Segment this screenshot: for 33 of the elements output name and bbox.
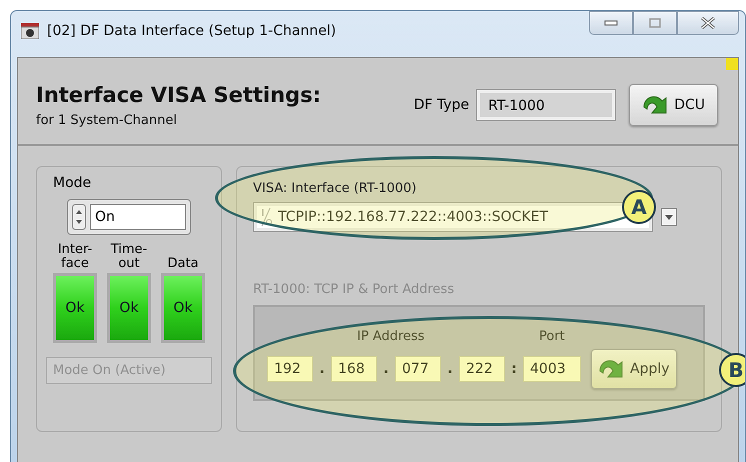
panel-subtitle: for 1 System-Channel	[36, 112, 178, 128]
separator-text: .	[318, 361, 326, 377]
separator-text: .	[446, 361, 454, 377]
port-label: Port	[539, 329, 565, 344]
status-light: Ok	[107, 273, 151, 343]
separator-text: .	[382, 361, 390, 377]
visa-interface-label: VISA: Interface (RT-1000)	[253, 181, 418, 196]
df-type-field: RT-1000	[477, 90, 616, 120]
tcp-address-label: RT-1000: TCP IP & Port Address	[253, 282, 456, 297]
minimize-button[interactable]	[589, 11, 633, 35]
status-light: Ok	[53, 273, 97, 343]
caret-icon	[665, 214, 673, 220]
mode-status-field: Mode On (Active)	[46, 357, 212, 384]
close-button[interactable]	[677, 11, 739, 35]
up-down-arrows-icon	[72, 204, 86, 230]
indicator-label: Inter- face	[58, 243, 92, 271]
separator-text: :	[510, 361, 518, 377]
ip-address-label: IP Address	[357, 329, 425, 344]
window-title: [02] DF Data Interface (Setup 1-Channel)	[47, 23, 336, 39]
close-icon	[700, 17, 716, 29]
df-type-label: DF Type	[414, 97, 470, 113]
panel-title: Interface VISA Settings:	[36, 82, 321, 106]
minimize-icon	[604, 20, 618, 26]
status-light: Ok	[161, 273, 205, 343]
mode-ring-control[interactable]: On	[67, 199, 191, 235]
indicator-label: Time- out	[110, 243, 148, 271]
mode-label: Mode	[53, 175, 92, 191]
status-square-icon	[726, 58, 738, 70]
camera-icon	[21, 23, 39, 39]
indicator-label: Data	[167, 255, 199, 271]
maximize-icon	[649, 18, 661, 28]
dropdown-button[interactable]	[661, 208, 677, 226]
dcu-button[interactable]: DCU	[629, 84, 718, 126]
